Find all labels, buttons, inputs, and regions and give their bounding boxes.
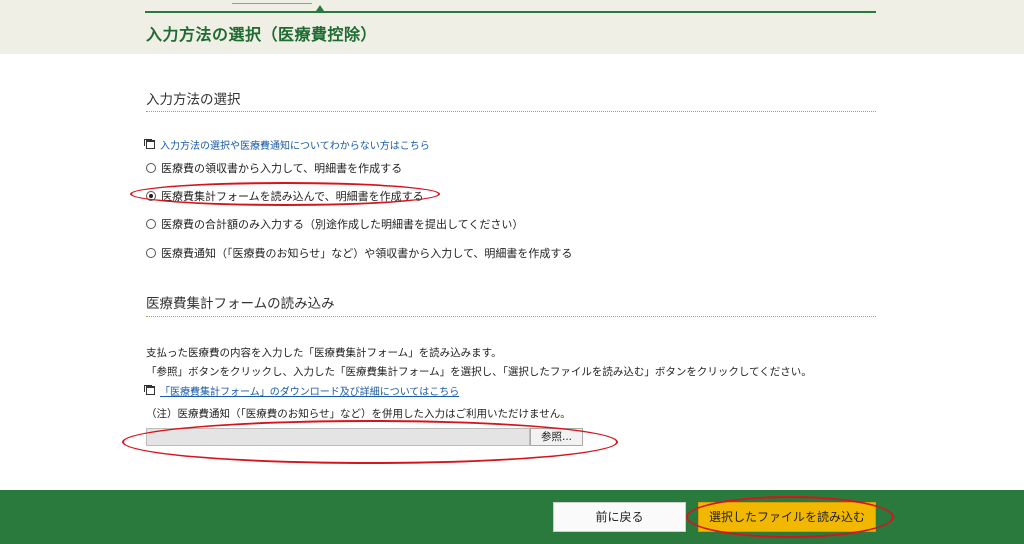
radio-option-total-only[interactable]: 医療費の合計額のみ入力する（別途作成した明細書を提出してください）	[146, 216, 523, 232]
step-indicator	[232, 0, 312, 4]
header-band: 入力方法の選択（医療費控除）	[0, 0, 1024, 54]
divider	[146, 111, 876, 112]
radio-button[interactable]	[146, 163, 156, 173]
header-rule	[145, 11, 876, 13]
help-link-label: 入力方法の選択や医療費通知についてわからない方はこちら	[160, 141, 430, 152]
back-button[interactable]: 前に戻る	[553, 502, 686, 532]
new-window-icon	[144, 385, 155, 395]
radio-button[interactable]	[146, 219, 156, 229]
description-line-1: 支払った医療費の内容を入力した「医療費集計フォーム」を読み込みます。	[146, 347, 502, 359]
new-window-icon	[144, 139, 155, 149]
download-link-label: 「医療費集計フォーム」のダウンロード及び詳細についてはこちら	[160, 387, 460, 398]
radio-label: 医療費の合計額のみ入力する（別途作成した明細書を提出してください）	[161, 218, 524, 231]
radio-label: 医療費通知（「医療費のお知らせ」など）や領収書から入力して、明細書を作成する	[161, 247, 573, 260]
radio-option-receipts[interactable]: 医療費の領収書から入力して、明細書を作成する	[146, 160, 402, 176]
radio-button[interactable]	[146, 248, 156, 258]
description-line-2: 「参照」ボタンをクリックし、入力した「医療費集計フォーム」を選択し、「選択したフ…	[146, 366, 812, 378]
note-text: （注）医療費通知（「医療費のお知らせ」など）を併用した入力はご利用いただけません…	[146, 408, 571, 420]
radio-label: 医療費の領収書から入力して、明細書を作成する	[161, 162, 403, 175]
divider	[146, 316, 876, 317]
section-title-input-method: 入力方法の選択	[146, 92, 241, 108]
radio-option-form-load[interactable]: 医療費集計フォームを読み込んで、明細書を作成する	[146, 188, 424, 204]
radio-option-notice[interactable]: 医療費通知（「医療費のお知らせ」など）や領収書から入力して、明細書を作成する	[146, 245, 572, 261]
radio-button-selected[interactable]	[146, 191, 156, 201]
download-link[interactable]: 「医療費集計フォーム」のダウンロード及び詳細についてはこちら	[144, 383, 460, 398]
load-selected-file-button[interactable]: 選択したファイルを読み込む	[698, 502, 876, 532]
browse-button[interactable]: 参照...	[530, 428, 583, 446]
file-path-input[interactable]	[146, 428, 530, 446]
help-link[interactable]: 入力方法の選択や医療費通知についてわからない方はこちら	[144, 137, 430, 152]
radio-label: 医療費集計フォームを読み込んで、明細書を作成する	[161, 190, 424, 203]
section-title-form-load: 医療費集計フォームの読み込み	[146, 296, 335, 312]
page-title: 入力方法の選択（医療費控除）	[146, 25, 378, 44]
